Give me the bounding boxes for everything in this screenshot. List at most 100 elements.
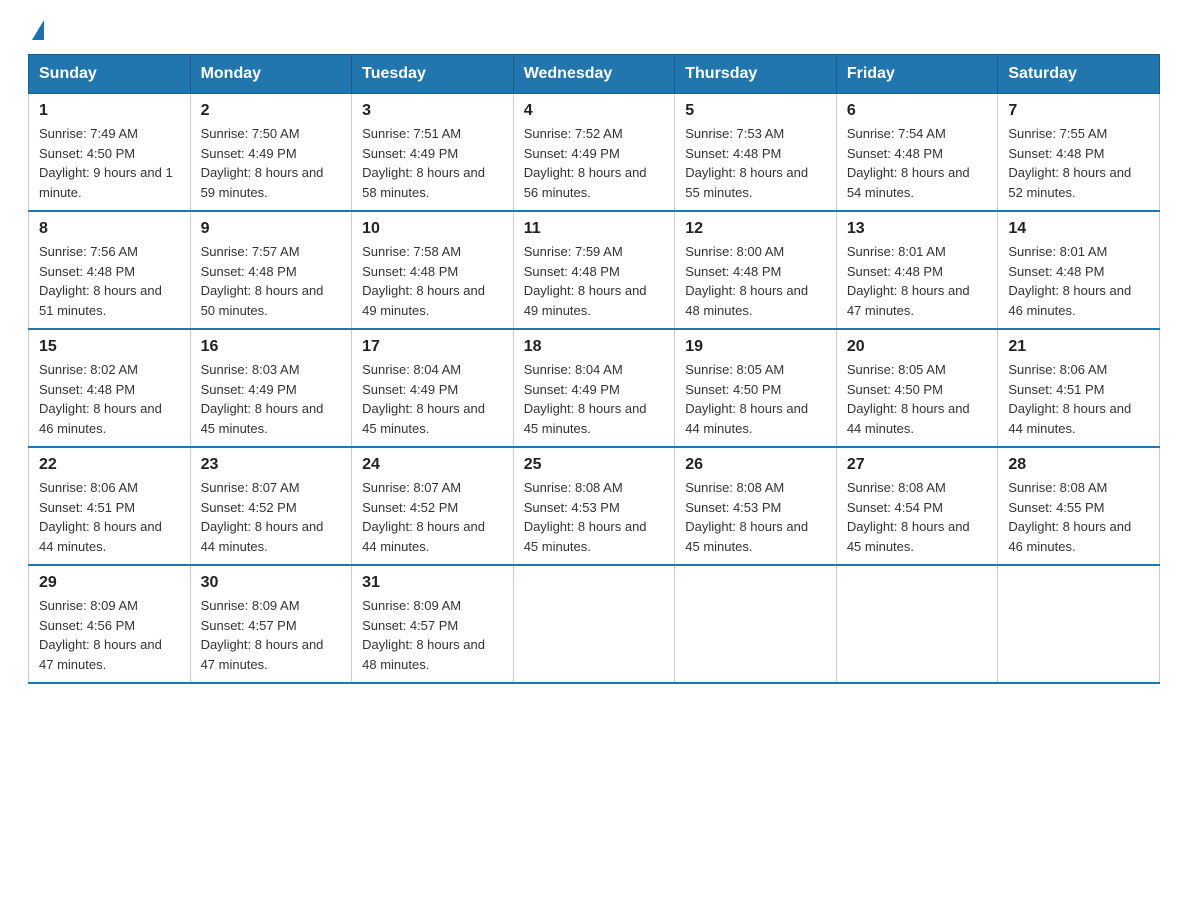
day-number: 6 <box>847 102 988 120</box>
day-info: Sunrise: 8:07 AMSunset: 4:52 PMDaylight:… <box>201 478 342 556</box>
table-row: 22Sunrise: 8:06 AMSunset: 4:51 PMDayligh… <box>29 447 191 565</box>
calendar-week-row: 8 Sunrise: 7:56 AMSunset: 4:48 PMDaylight… <box>29 211 1160 329</box>
day-number: 7 <box>1008 102 1149 120</box>
day-number: 13 <box>847 220 988 238</box>
day-info: Sunrise: 8:08 AMSunset: 4:53 PMDaylight:… <box>524 478 665 556</box>
day-number: 26 <box>685 456 826 474</box>
table-row <box>836 565 998 683</box>
day-info: Sunrise: 8:03 AMSunset: 4:49 PMDaylight:… <box>201 360 342 438</box>
day-info: Sunrise: 8:09 AMSunset: 4:57 PMDaylight:… <box>362 596 503 674</box>
day-info: Sunrise: 7:58 AMSunset: 4:48 PMDaylight:… <box>362 242 503 320</box>
day-info: Sunrise: 7:49 AMSunset: 4:50 PMDaylight:… <box>39 124 180 202</box>
table-row: 18 Sunrise: 8:04 AMSunset: 4:49 PMDayligh… <box>513 329 675 447</box>
table-row: 3Sunrise: 7:51 AMSunset: 4:49 PMDaylight… <box>352 94 514 212</box>
day-info: Sunrise: 7:55 AMSunset: 4:48 PMDaylight:… <box>1008 124 1149 202</box>
day-number: 21 <box>1008 338 1149 356</box>
day-info: Sunrise: 8:05 AMSunset: 4:50 PMDaylight:… <box>847 360 988 438</box>
day-info: Sunrise: 8:06 AMSunset: 4:51 PMDaylight:… <box>1008 360 1149 438</box>
table-row: 28 Sunrise: 8:08 AMSunset: 4:55 PMDayligh… <box>998 447 1160 565</box>
day-number: 8 <box>39 220 180 238</box>
day-info: Sunrise: 8:01 AMSunset: 4:48 PMDaylight:… <box>847 242 988 320</box>
table-row: 23 Sunrise: 8:07 AMSunset: 4:52 PMDayligh… <box>190 447 352 565</box>
table-row: 29 Sunrise: 8:09 AMSunset: 4:56 PMDayligh… <box>29 565 191 683</box>
calendar-week-row: 22Sunrise: 8:06 AMSunset: 4:51 PMDayligh… <box>29 447 1160 565</box>
table-row: 21 Sunrise: 8:06 AMSunset: 4:51 PMDayligh… <box>998 329 1160 447</box>
table-row: 24 Sunrise: 8:07 AMSunset: 4:52 PMDayligh… <box>352 447 514 565</box>
day-number: 11 <box>524 220 665 238</box>
day-number: 18 <box>524 338 665 356</box>
day-number: 31 <box>362 574 503 592</box>
day-info: Sunrise: 7:53 AMSunset: 4:48 PMDaylight:… <box>685 124 826 202</box>
day-info: Sunrise: 7:50 AMSunset: 4:49 PMDaylight:… <box>201 124 342 202</box>
header-saturday: Saturday <box>998 55 1160 94</box>
table-row: 10 Sunrise: 7:58 AMSunset: 4:48 PMDayligh… <box>352 211 514 329</box>
day-number: 19 <box>685 338 826 356</box>
calendar-week-row: 15 Sunrise: 8:02 AMSunset: 4:48 PMDayligh… <box>29 329 1160 447</box>
day-number: 12 <box>685 220 826 238</box>
table-row: 11 Sunrise: 7:59 AMSunset: 4:48 PMDayligh… <box>513 211 675 329</box>
table-row <box>513 565 675 683</box>
calendar-table: Sunday Monday Tuesday Wednesday Thursday… <box>28 54 1160 684</box>
day-number: 20 <box>847 338 988 356</box>
day-info: Sunrise: 7:56 AMSunset: 4:48 PMDaylight:… <box>39 242 180 320</box>
table-row: 13 Sunrise: 8:01 AMSunset: 4:48 PMDayligh… <box>836 211 998 329</box>
table-row: 19Sunrise: 8:05 AMSunset: 4:50 PMDayligh… <box>675 329 837 447</box>
day-number: 29 <box>39 574 180 592</box>
day-info: Sunrise: 8:04 AMSunset: 4:49 PMDaylight:… <box>362 360 503 438</box>
page-header <box>28 24 1160 44</box>
day-info: Sunrise: 7:52 AMSunset: 4:49 PMDaylight:… <box>524 124 665 202</box>
day-number: 3 <box>362 102 503 120</box>
day-number: 17 <box>362 338 503 356</box>
day-info: Sunrise: 8:07 AMSunset: 4:52 PMDaylight:… <box>362 478 503 556</box>
header-tuesday: Tuesday <box>352 55 514 94</box>
day-number: 14 <box>1008 220 1149 238</box>
day-number: 30 <box>201 574 342 592</box>
day-number: 27 <box>847 456 988 474</box>
day-info: Sunrise: 8:02 AMSunset: 4:48 PMDaylight:… <box>39 360 180 438</box>
table-row: 15 Sunrise: 8:02 AMSunset: 4:48 PMDayligh… <box>29 329 191 447</box>
table-row: 27 Sunrise: 8:08 AMSunset: 4:54 PMDayligh… <box>836 447 998 565</box>
day-number: 4 <box>524 102 665 120</box>
day-info: Sunrise: 7:57 AMSunset: 4:48 PMDaylight:… <box>201 242 342 320</box>
day-info: Sunrise: 8:09 AMSunset: 4:56 PMDaylight:… <box>39 596 180 674</box>
day-number: 9 <box>201 220 342 238</box>
day-info: Sunrise: 8:00 AMSunset: 4:48 PMDaylight:… <box>685 242 826 320</box>
table-row <box>675 565 837 683</box>
table-row: 7 Sunrise: 7:55 AMSunset: 4:48 PMDaylight… <box>998 94 1160 212</box>
table-row: 20 Sunrise: 8:05 AMSunset: 4:50 PMDayligh… <box>836 329 998 447</box>
calendar-header-row: Sunday Monday Tuesday Wednesday Thursday… <box>29 55 1160 94</box>
day-number: 28 <box>1008 456 1149 474</box>
day-info: Sunrise: 7:59 AMSunset: 4:48 PMDaylight:… <box>524 242 665 320</box>
table-row: 30Sunrise: 8:09 AMSunset: 4:57 PMDayligh… <box>190 565 352 683</box>
day-number: 22 <box>39 456 180 474</box>
day-number: 2 <box>201 102 342 120</box>
table-row: 25 Sunrise: 8:08 AMSunset: 4:53 PMDayligh… <box>513 447 675 565</box>
table-row: 17 Sunrise: 8:04 AMSunset: 4:49 PMDayligh… <box>352 329 514 447</box>
day-number: 15 <box>39 338 180 356</box>
day-info: Sunrise: 8:08 AMSunset: 4:53 PMDaylight:… <box>685 478 826 556</box>
table-row: 5Sunrise: 7:53 AMSunset: 4:48 PMDaylight… <box>675 94 837 212</box>
day-number: 24 <box>362 456 503 474</box>
logo <box>28 24 44 44</box>
table-row: 26 Sunrise: 8:08 AMSunset: 4:53 PMDayligh… <box>675 447 837 565</box>
day-number: 25 <box>524 456 665 474</box>
day-info: Sunrise: 8:08 AMSunset: 4:54 PMDaylight:… <box>847 478 988 556</box>
calendar-week-row: 1Sunrise: 7:49 AMSunset: 4:50 PMDaylight… <box>29 94 1160 212</box>
header-monday: Monday <box>190 55 352 94</box>
day-info: Sunrise: 8:01 AMSunset: 4:48 PMDaylight:… <box>1008 242 1149 320</box>
calendar-week-row: 29 Sunrise: 8:09 AMSunset: 4:56 PMDayligh… <box>29 565 1160 683</box>
table-row: 12 Sunrise: 8:00 AMSunset: 4:48 PMDayligh… <box>675 211 837 329</box>
table-row: 31 Sunrise: 8:09 AMSunset: 4:57 PMDayligh… <box>352 565 514 683</box>
table-row <box>998 565 1160 683</box>
table-row: 2 Sunrise: 7:50 AMSunset: 4:49 PMDaylight… <box>190 94 352 212</box>
table-row: 14 Sunrise: 8:01 AMSunset: 4:48 PMDayligh… <box>998 211 1160 329</box>
day-info: Sunrise: 8:04 AMSunset: 4:49 PMDaylight:… <box>524 360 665 438</box>
table-row: 9 Sunrise: 7:57 AMSunset: 4:48 PMDaylight… <box>190 211 352 329</box>
day-number: 16 <box>201 338 342 356</box>
day-info: Sunrise: 8:08 AMSunset: 4:55 PMDaylight:… <box>1008 478 1149 556</box>
day-number: 23 <box>201 456 342 474</box>
table-row: 16 Sunrise: 8:03 AMSunset: 4:49 PMDayligh… <box>190 329 352 447</box>
header-thursday: Thursday <box>675 55 837 94</box>
day-number: 10 <box>362 220 503 238</box>
logo-triangle-icon <box>32 20 44 40</box>
